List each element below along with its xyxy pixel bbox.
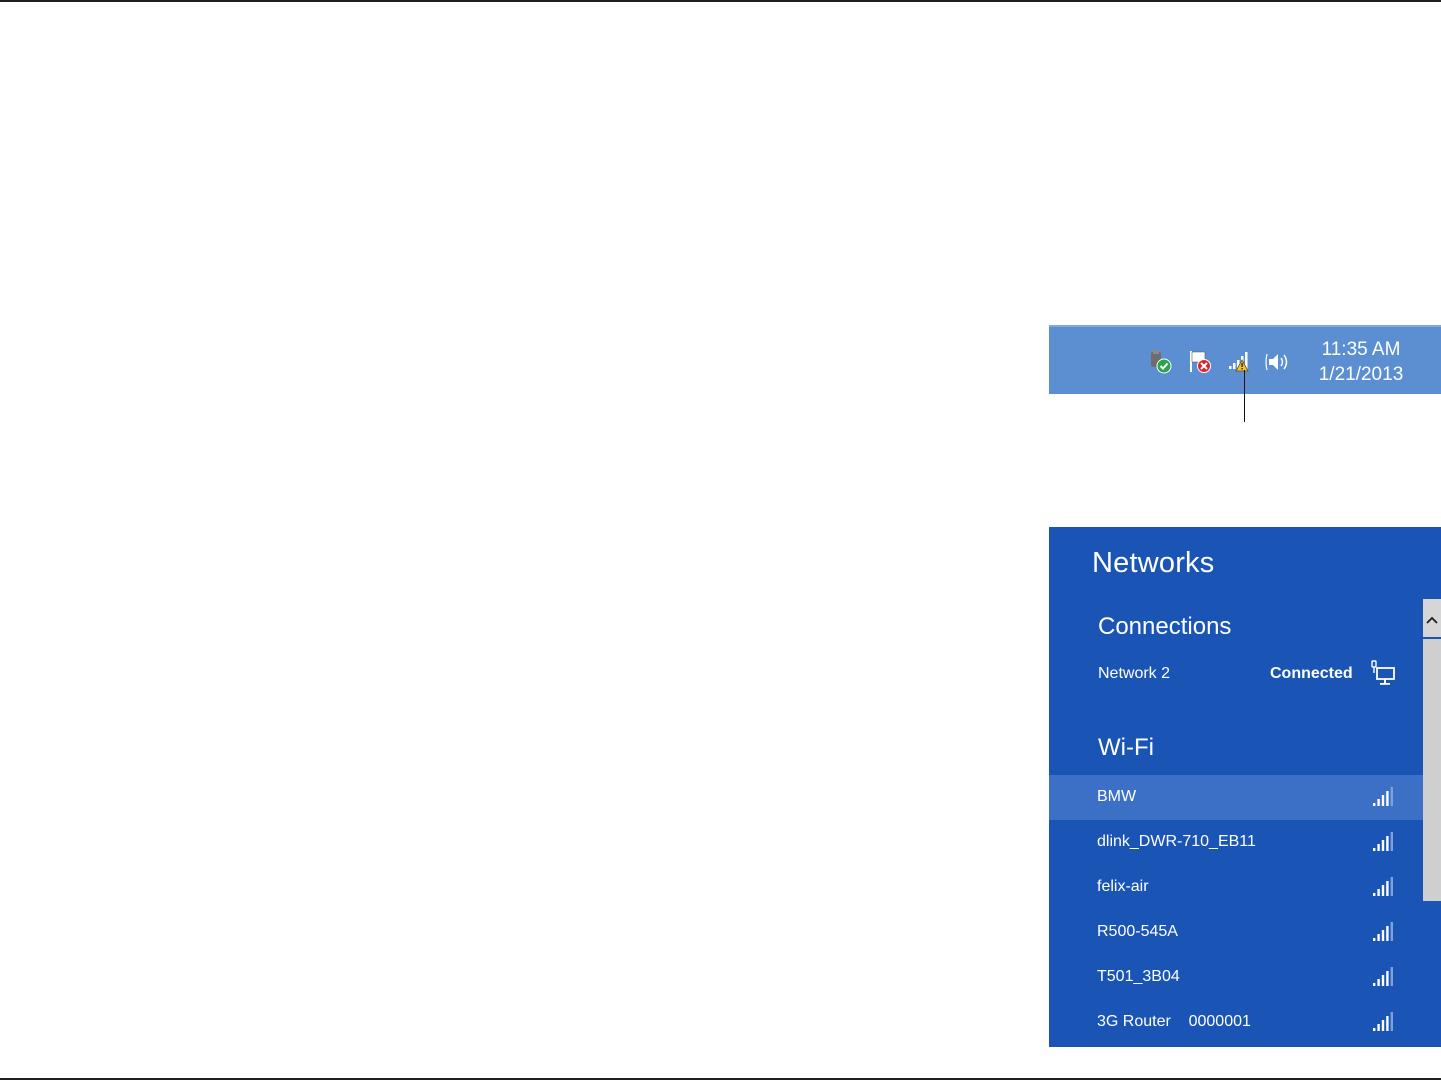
- wifi-network-item[interactable]: BMW: [1049, 775, 1423, 820]
- bottom-border-rule: [0, 1078, 1441, 1080]
- signal-bar: [1373, 983, 1376, 986]
- connection-status: Connected: [1270, 665, 1353, 682]
- signal-bar: [1386, 1016, 1389, 1031]
- signal-bar: [1381, 1020, 1385, 1031]
- signal-strength-icon: [1372, 787, 1396, 807]
- signal-bar: [1390, 1012, 1393, 1031]
- connection-row[interactable]: Network 2 Connected: [1049, 655, 1423, 695]
- scroll-thumb[interactable]: [1423, 639, 1441, 901]
- wifi-network-name: 3G Router 0000001: [1097, 1013, 1251, 1030]
- wifi-network-name: T501_3B04: [1097, 968, 1180, 985]
- scroll-up-button[interactable]: [1423, 599, 1441, 637]
- wifi-heading: Wi-Fi: [1098, 734, 1154, 761]
- signal-bar: [1381, 930, 1385, 941]
- wifi-network-name: BMW: [1097, 788, 1137, 805]
- signal-bar: [1377, 889, 1380, 896]
- signal-bar: [1377, 1024, 1380, 1031]
- signal-bar: [1386, 836, 1389, 851]
- signal-bar: [1381, 795, 1385, 806]
- flyout-scrollbar[interactable]: [1423, 599, 1441, 1047]
- wifi-network-name: dlink_DWR-710_EB11: [1097, 833, 1256, 850]
- signal-bar: [1377, 844, 1380, 851]
- clock-time: 11:35 AM: [1321, 339, 1401, 360]
- wifi-network-item[interactable]: felix-air: [1049, 865, 1423, 910]
- action-center-flag-icon[interactable]: [1187, 349, 1213, 375]
- clock-date: 1/21/2013: [1318, 364, 1404, 385]
- chevron-up-icon: [1426, 616, 1438, 624]
- wifi-network-item[interactable]: dlink_DWR-710_EB11: [1049, 820, 1423, 865]
- signal-bar: [1386, 971, 1389, 986]
- signal-bar: [1377, 934, 1380, 941]
- signal-bar: [1373, 938, 1376, 941]
- signal-bar: [1390, 832, 1393, 851]
- signal-bar: [1373, 803, 1376, 806]
- flyout-title: Networks: [1092, 547, 1215, 579]
- top-border-rule: [0, 0, 1441, 2]
- signal-strength-icon: [1372, 1012, 1396, 1032]
- signal-bar: [1373, 848, 1376, 851]
- signal-strength-icon: [1372, 967, 1396, 987]
- signal-bar: [1381, 840, 1385, 851]
- signal-bar: [1386, 791, 1389, 806]
- signal-bar: [1390, 967, 1393, 986]
- wifi-network-item[interactable]: 3G Router 0000001: [1049, 1000, 1423, 1045]
- wifi-network-list: BMW dlink_DWR-710_EB11 felix-air R500-54…: [1049, 775, 1423, 1045]
- network-warning-icon[interactable]: [1227, 349, 1253, 375]
- wifi-network-item[interactable]: T501_3B04: [1049, 955, 1423, 1000]
- signal-strength-icon: [1372, 922, 1396, 942]
- signal-bar: [1386, 881, 1389, 896]
- security-shield-icon[interactable]: [1147, 349, 1173, 375]
- signal-bar: [1390, 787, 1393, 806]
- wifi-network-name: felix-air: [1097, 878, 1149, 895]
- signal-bar: [1377, 799, 1380, 806]
- signal-strength-icon: [1372, 832, 1396, 852]
- callout-pointer-line: [1244, 370, 1245, 422]
- signal-bar: [1390, 877, 1393, 896]
- signal-bar: [1390, 922, 1393, 941]
- connection-name: Network 2: [1098, 665, 1171, 682]
- wifi-network-name: R500-545A: [1097, 923, 1178, 940]
- signal-strength-icon: [1372, 877, 1396, 897]
- signal-bar: [1377, 979, 1380, 986]
- signal-bar: [1373, 893, 1376, 896]
- signal-bar: [1381, 885, 1385, 896]
- connections-heading: Connections: [1098, 613, 1232, 640]
- taskbar-tray: 11:35 AM 1/21/2013: [1049, 325, 1441, 394]
- signal-bar: [1386, 926, 1389, 941]
- signal-bar: [1373, 1028, 1376, 1031]
- wired-network-icon: [1369, 660, 1397, 688]
- wifi-network-item[interactable]: R500-545A: [1049, 910, 1423, 955]
- speaker-icon[interactable]: [1265, 349, 1291, 375]
- system-clock[interactable]: 11:35 AM 1/21/2013: [1311, 337, 1411, 387]
- signal-bar: [1381, 975, 1385, 986]
- networks-flyout: Networks Connections Network 2 Connected…: [1049, 527, 1441, 1047]
